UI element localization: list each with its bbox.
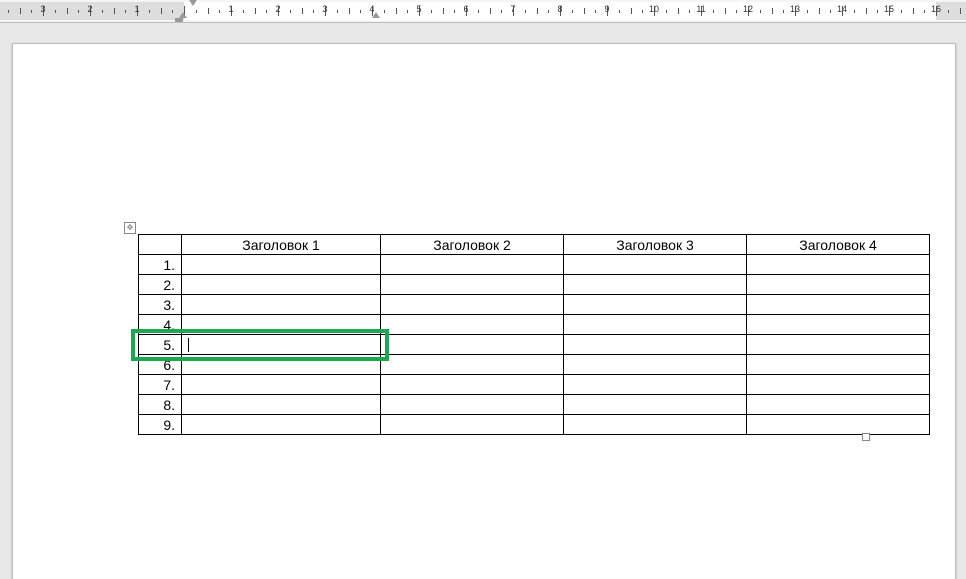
ruler-number: 12 <box>743 4 753 14</box>
ruler-number: 16 <box>931 4 941 14</box>
table-cell[interactable] <box>182 415 381 435</box>
ruler-number: 15 <box>884 4 894 14</box>
table-row: 5. <box>139 335 930 355</box>
ruler-number: 1 <box>134 4 139 14</box>
table-cell[interactable] <box>182 295 381 315</box>
table-cell[interactable] <box>747 375 930 395</box>
ruler-number: 10 <box>649 4 659 14</box>
table-cell[interactable] <box>381 315 564 335</box>
table-cell[interactable] <box>564 275 747 295</box>
table-cell[interactable] <box>747 395 930 415</box>
table-cell[interactable] <box>564 375 747 395</box>
row-number-cell[interactable]: 4. <box>139 315 182 335</box>
ruler-number: 3 <box>322 4 327 14</box>
ruler-number: 2 <box>275 4 280 14</box>
table-cell[interactable] <box>564 335 747 355</box>
row-number-cell[interactable]: 7. <box>139 375 182 395</box>
table-row: 9. <box>139 415 930 435</box>
ruler-number: 7 <box>510 4 515 14</box>
table-move-handle[interactable]: ✥ <box>124 222 136 234</box>
text-cursor <box>188 338 189 352</box>
document-page[interactable]: ✥ Заголовок 1 Заголовок 2 Заголовок 3 За… <box>12 43 956 579</box>
editor-workspace[interactable]: ✥ Заголовок 1 Заголовок 2 Заголовок 3 За… <box>0 23 966 579</box>
table-cell[interactable] <box>747 335 930 355</box>
row-number-cell[interactable]: 3. <box>139 295 182 315</box>
row-number-cell[interactable]: 9. <box>139 415 182 435</box>
ruler-number: 9 <box>604 4 609 14</box>
table-cell[interactable] <box>381 335 564 355</box>
ruler-number: 1 <box>228 4 233 14</box>
document-table[interactable]: Заголовок 1 Заголовок 2 Заголовок 3 Заго… <box>138 234 930 435</box>
table-cell[interactable] <box>182 275 381 295</box>
ruler-number: 8 <box>557 4 562 14</box>
table-cell[interactable] <box>564 255 747 275</box>
table-cell[interactable] <box>747 415 930 435</box>
table-cell[interactable] <box>381 395 564 415</box>
table-cell[interactable] <box>564 395 747 415</box>
row-number-cell[interactable]: 8. <box>139 395 182 415</box>
table-cell[interactable] <box>381 295 564 315</box>
table-cell[interactable] <box>564 295 747 315</box>
ruler-number: 5 <box>416 4 421 14</box>
table-header-row: Заголовок 1 Заголовок 2 Заголовок 3 Заго… <box>139 235 930 255</box>
table-resize-handle[interactable] <box>862 433 870 441</box>
table-row: 6. <box>139 355 930 375</box>
table-cell[interactable] <box>182 395 381 415</box>
first-line-indent-marker[interactable] <box>189 0 197 6</box>
table-cell[interactable] <box>747 275 930 295</box>
table-cell[interactable] <box>381 275 564 295</box>
table-cell[interactable] <box>564 355 747 375</box>
row-number-cell[interactable]: 2. <box>139 275 182 295</box>
table-header[interactable]: Заголовок 1 <box>182 235 381 255</box>
table-cell[interactable] <box>564 315 747 335</box>
right-indent-marker[interactable] <box>372 12 380 18</box>
row-number-cell[interactable]: 5. <box>139 335 182 355</box>
ruler-number: 3 <box>40 4 45 14</box>
table-cell[interactable] <box>381 255 564 275</box>
table-cell[interactable] <box>182 355 381 375</box>
table-header-empty[interactable] <box>139 235 182 255</box>
table-cell[interactable] <box>747 315 930 335</box>
table-cell[interactable] <box>381 375 564 395</box>
table-cell[interactable] <box>182 255 381 275</box>
table-row: 2. <box>139 275 930 295</box>
ruler-number: 11 <box>696 4 705 14</box>
table-cell[interactable] <box>747 255 930 275</box>
table-header[interactable]: Заголовок 4 <box>747 235 930 255</box>
table-cell[interactable] <box>747 355 930 375</box>
table-cell[interactable] <box>564 415 747 435</box>
table-row: 8. <box>139 395 930 415</box>
table-header[interactable]: Заголовок 2 <box>381 235 564 255</box>
table-cell[interactable] <box>182 375 381 395</box>
row-number-cell[interactable]: 1. <box>139 255 182 275</box>
table-cell[interactable] <box>182 315 381 335</box>
table-cell[interactable] <box>747 295 930 315</box>
ruler-number: 13 <box>790 4 800 14</box>
horizontal-ruler[interactable]: 432112345678910111213141516 <box>0 0 966 23</box>
table-cell[interactable] <box>381 355 564 375</box>
table-row: 1. <box>139 255 930 275</box>
table-row: 3. <box>139 295 930 315</box>
ruler-number: 14 <box>837 4 847 14</box>
left-indent-marker[interactable] <box>175 18 183 22</box>
ruler-number: 6 <box>463 4 468 14</box>
table-cell[interactable] <box>381 415 564 435</box>
table-cell[interactable] <box>182 335 381 355</box>
table-row: 4. <box>139 315 930 335</box>
table-header[interactable]: Заголовок 3 <box>564 235 747 255</box>
row-number-cell[interactable]: 6. <box>139 355 182 375</box>
ruler-number: 2 <box>87 4 92 14</box>
table-row: 7. <box>139 375 930 395</box>
